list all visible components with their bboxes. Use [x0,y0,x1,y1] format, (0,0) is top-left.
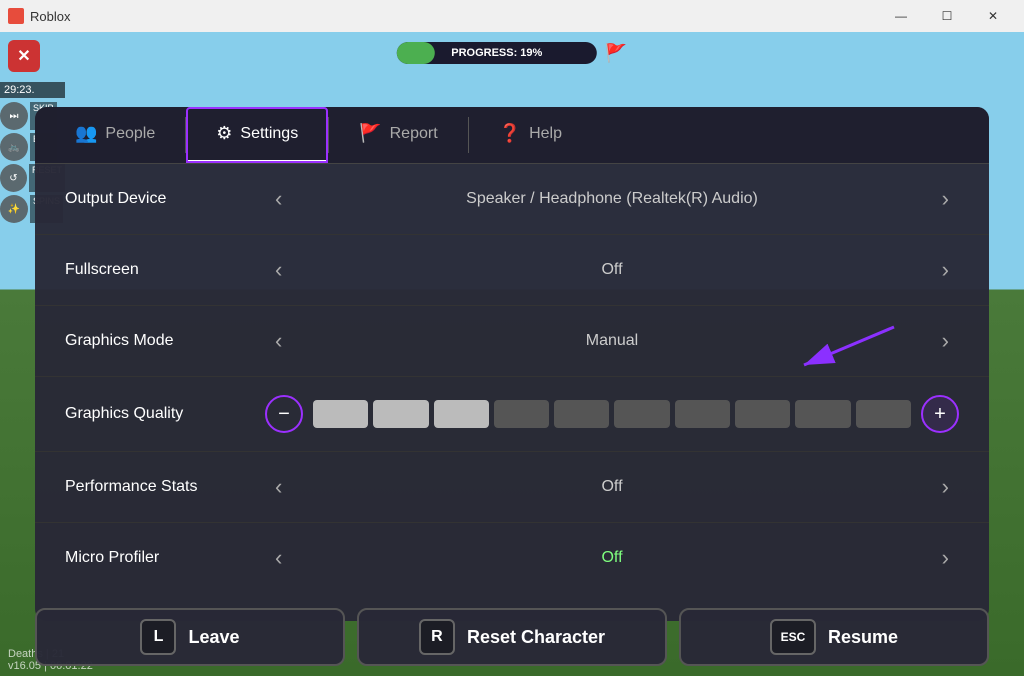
quality-seg-6 [614,400,669,428]
performance-stats-value: Off [312,478,911,496]
fullscreen-next[interactable]: › [932,253,959,287]
tab-report[interactable]: 🚩 Report [329,107,467,163]
leave-label: Leave [188,627,239,648]
fullscreen-value: Off [312,261,911,279]
window-close-button[interactable]: ✕ [970,0,1016,32]
quality-seg-8 [735,400,790,428]
tab-help[interactable]: ❓ Help [469,107,592,163]
tab-people-label: People [105,125,155,143]
output-device-next[interactable]: › [932,182,959,216]
people-icon: 👥 [75,123,97,144]
window-title: Roblox [30,9,70,24]
setting-row-performance-stats: Performance Stats ‹ Off › [35,452,989,523]
micro-profiler-control: ‹ Off › [265,541,959,575]
tab-report-label: Report [390,125,438,143]
settings-icon: ⚙ [216,123,232,144]
performance-stats-label: Performance Stats [65,478,265,496]
bottom-bar: L Leave R Reset Character ESC Resume [35,608,989,666]
bike-btn[interactable]: 🚲 [0,133,28,161]
game-timer: 29:23. [0,82,65,98]
tab-settings-label: Settings [240,125,298,143]
quality-seg-5 [554,400,609,428]
output-device-label: Output Device [65,190,265,208]
output-device-prev[interactable]: ‹ [265,182,292,216]
reset-character-label: Reset Character [467,627,605,648]
game-background: ✕ PROGRESS: 19% 🚩 29:23. ⏭ SKIP 🚲 BIKE ↺ [0,32,1024,676]
tab-people[interactable]: 👥 People [45,107,185,163]
micro-profiler-next[interactable]: › [932,541,959,575]
tab-help-label: Help [529,125,562,143]
app-icon [8,8,24,24]
title-bar-left: Roblox [8,8,70,24]
quality-decrease-button[interactable]: − [265,395,303,433]
setting-row-fullscreen: Fullscreen ‹ Off › [35,235,989,306]
progress-bar-track: PROGRESS: 19% [397,42,597,64]
resume-label: Resume [828,627,898,648]
help-icon: ❓ [499,123,521,144]
fullscreen-label: Fullscreen [65,261,265,279]
window-controls: — ☐ ✕ [878,0,1016,32]
quality-increase-button[interactable]: + [921,395,959,433]
fullscreen-control: ‹ Off › [265,253,959,287]
tab-settings[interactable]: ⚙ Settings [186,107,328,163]
leave-key-badge: L [140,619,176,655]
game-close-button[interactable]: ✕ [8,40,40,72]
maximize-button[interactable]: ☐ [924,0,970,32]
graphics-mode-control: ‹ Manual › [265,324,959,358]
output-device-control: ‹ Speaker / Headphone (Realtek(R) Audio)… [265,182,959,216]
progress-text: PROGRESS: 19% [451,47,542,59]
report-icon: 🚩 [359,123,381,144]
graphics-mode-value: Manual [312,332,911,350]
tab-bar: 👥 People ⚙ Settings 🚩 Report ❓ Help [35,107,989,164]
graphics-quality-control: − + [265,395,959,433]
skip-btn[interactable]: ⏭ [0,102,28,130]
graphics-mode-next[interactable]: › [932,324,959,358]
graphics-quality-label: Graphics Quality [65,405,265,423]
fullscreen-prev[interactable]: ‹ [265,253,292,287]
quality-seg-1 [313,400,368,428]
micro-profiler-prev[interactable]: ‹ [265,541,292,575]
graphics-mode-prev[interactable]: ‹ [265,324,292,358]
spins-btn[interactable]: ✨ [0,195,28,223]
quality-seg-3 [434,400,489,428]
reset-key-badge: R [419,619,455,655]
settings-dialog: 👥 People ⚙ Settings 🚩 Report ❓ Help [35,107,989,621]
progress-bar-fill [397,42,435,64]
title-bar: Roblox — ☐ ✕ [0,0,1024,32]
micro-profiler-value: Off [312,549,911,567]
flag-icon: 🚩 [605,43,627,64]
quality-seg-10 [856,400,911,428]
graphics-mode-label: Graphics Mode [65,332,265,350]
quality-seg-9 [795,400,850,428]
progress-bar-container: PROGRESS: 19% 🚩 [397,42,627,64]
performance-stats-next[interactable]: › [932,470,959,504]
quality-seg-4 [494,400,549,428]
setting-row-graphics-quality: Graphics Quality − [35,377,989,452]
micro-profiler-label: Micro Profiler [65,549,265,567]
setting-row-output-device: Output Device ‹ Speaker / Headphone (Rea… [35,164,989,235]
quality-seg-7 [675,400,730,428]
performance-stats-prev[interactable]: ‹ [265,470,292,504]
resume-key-badge: ESC [770,619,816,655]
resume-button[interactable]: ESC Resume [679,608,989,666]
quality-seg-2 [373,400,428,428]
quality-segments [313,400,911,428]
minimize-button[interactable]: — [878,0,924,32]
leave-button[interactable]: L Leave [35,608,345,666]
setting-row-graphics-mode: Graphics Mode ‹ Manual › [35,306,989,377]
reset-character-button[interactable]: R Reset Character [357,608,667,666]
performance-stats-control: ‹ Off › [265,470,959,504]
setting-row-micro-profiler: Micro Profiler ‹ Off › [35,523,989,593]
reset-world-btn[interactable]: ↺ [0,164,27,192]
settings-content: Output Device ‹ Speaker / Headphone (Rea… [35,164,989,621]
output-device-value: Speaker / Headphone (Realtek(R) Audio) [312,190,911,208]
